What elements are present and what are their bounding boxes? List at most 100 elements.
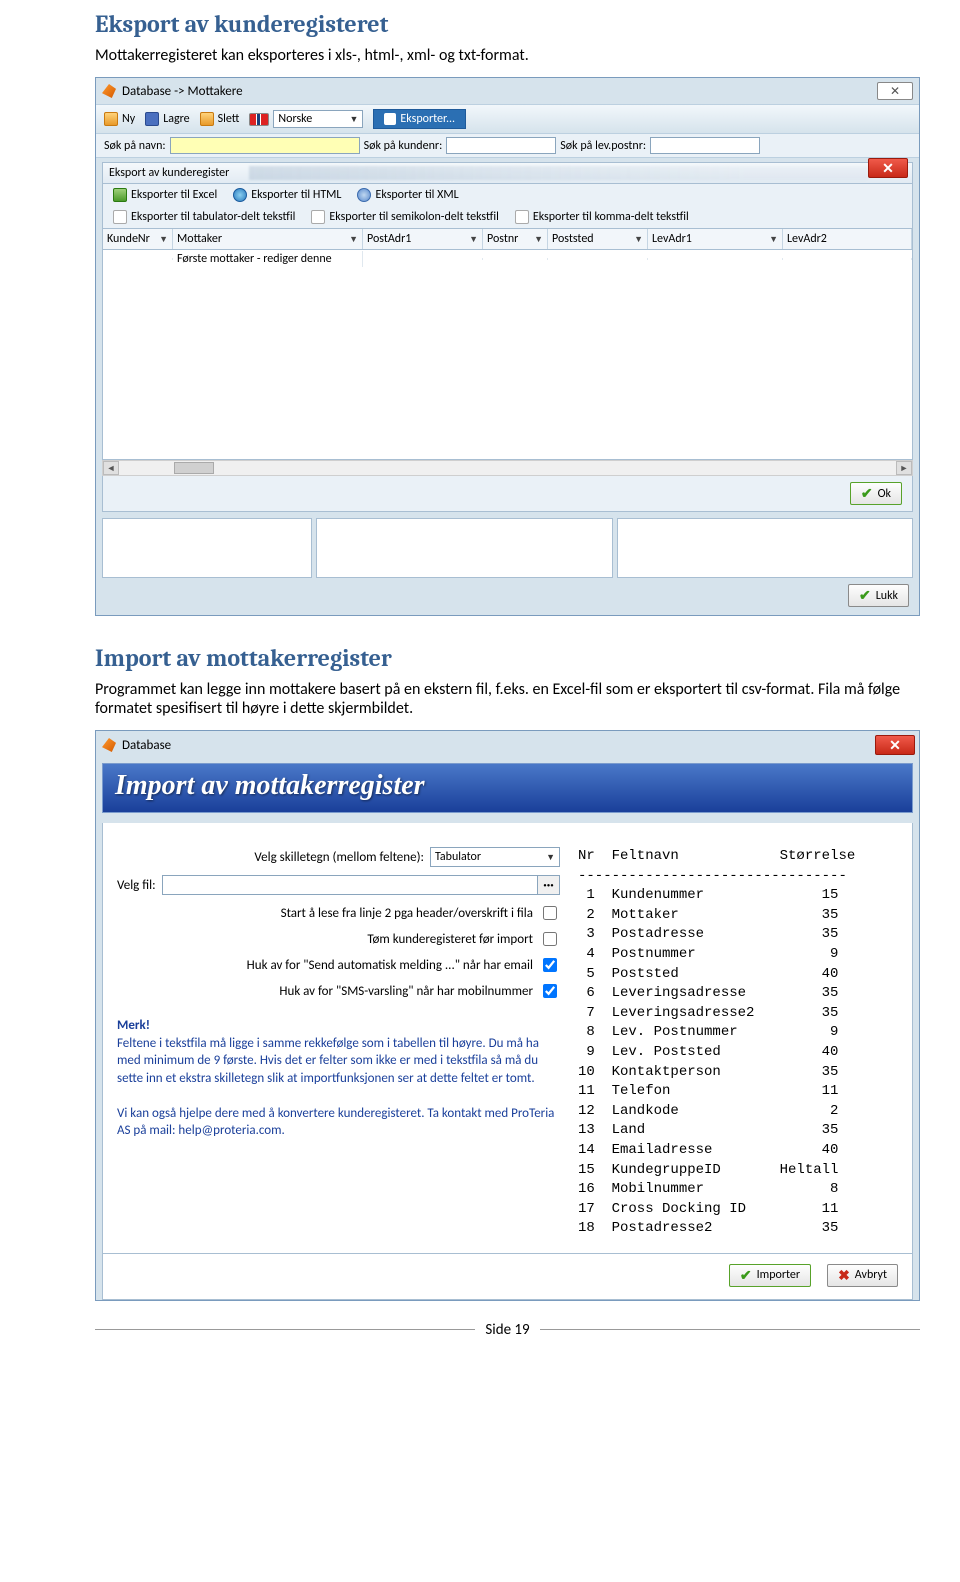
- search-postnr-input[interactable]: [650, 137, 760, 154]
- detail-box-3: [617, 518, 914, 578]
- chevron-down-icon: ▼: [349, 234, 358, 245]
- checkbox-header[interactable]: [543, 906, 557, 920]
- import-button[interactable]: ✔Importer: [729, 1264, 811, 1287]
- skilletegn-select[interactable]: Tabulator▼: [430, 847, 560, 867]
- x-icon: ✖: [838, 1267, 850, 1284]
- chevron-down-icon: ▼: [469, 234, 478, 245]
- paragraph-export: Mottakerregisteret kan eksporteres i xls…: [95, 46, 920, 65]
- checkbox-label: Tøm kunderegisteret før import: [367, 932, 533, 947]
- search-customer-input[interactable]: [446, 137, 556, 154]
- chevron-down-icon: ▼: [769, 234, 778, 245]
- export-panel-header: Eksport av kunderegister ✕: [102, 162, 913, 184]
- ok-button[interactable]: ✔Ok: [850, 482, 902, 505]
- app-icon: [102, 84, 116, 98]
- heading-import: Import av mottakerregister: [95, 644, 920, 672]
- ok-button-row: ✔Ok: [102, 476, 913, 512]
- export-options-row2: Eksporter til tabulator-delt tekstfil Ek…: [102, 206, 913, 229]
- flag-norway-icon: [249, 113, 269, 126]
- export-tab-button[interactable]: Eksporter til tabulator-delt tekstfil: [113, 210, 295, 224]
- check-icon: ✔: [859, 587, 871, 604]
- export-icon: [384, 113, 396, 125]
- scroll-left-icon[interactable]: ◄: [103, 461, 119, 475]
- checkbox-label: Huk av for "Send automatisk melding ..."…: [247, 958, 533, 973]
- paragraph-import: Programmet kan legge inn mottakere baser…: [95, 680, 920, 718]
- delete-button[interactable]: Slett: [200, 112, 240, 126]
- col-levadr2[interactable]: LevAdr2: [783, 229, 912, 249]
- export-options-row1: Eksporter til Excel Eksporter til HTML E…: [102, 184, 913, 206]
- chevron-down-icon: ▼: [546, 852, 555, 863]
- window-title: Database -> Mottakere: [122, 84, 243, 99]
- export-comma-button[interactable]: Eksporter til komma-delt tekstfil: [515, 210, 689, 224]
- checkbox-email[interactable]: [543, 958, 557, 972]
- field-table: Nr Feltnavn Størrelse ------------------…: [578, 847, 898, 1239]
- table-row[interactable]: Første mottaker - rediger denne: [103, 250, 912, 268]
- window-titlebar: Database -> Mottakere ✕: [96, 78, 919, 104]
- chevron-down-icon: ▼: [634, 234, 643, 245]
- new-button[interactable]: Ny: [104, 112, 135, 126]
- search-postnr-label: Søk på lev.postnr:: [560, 139, 646, 153]
- window-titlebar: Database ✕: [96, 731, 919, 759]
- search-name-input[interactable]: [170, 137, 360, 154]
- import-body: Velg skilletegn (mellom feltene): Tabula…: [102, 823, 913, 1254]
- checkbox-sms[interactable]: [543, 984, 557, 998]
- browse-icon[interactable]: ···: [537, 876, 559, 894]
- excel-icon: [113, 188, 127, 202]
- col-kundenr[interactable]: KundeNr▼: [103, 229, 173, 249]
- merk-paragraph-2: Vi kan også hjelpe dere med å konvertere…: [117, 1105, 560, 1140]
- export-panel-title: Eksport av kunderegister: [109, 166, 229, 180]
- text-icon: [311, 210, 325, 224]
- col-postnr[interactable]: Postnr▼: [483, 229, 548, 249]
- window-mottakere: Database -> Mottakere ✕ Ny Lagre Slett N…: [95, 77, 920, 616]
- import-footer: ✔Importer ✖Avbryt: [102, 1254, 913, 1300]
- lukk-button[interactable]: ✔Lukk: [848, 584, 909, 607]
- window-title: Database: [122, 738, 171, 753]
- user-add-icon: [104, 112, 118, 126]
- file-label: Velg fil:: [117, 878, 156, 893]
- check-icon: ✔: [861, 485, 873, 502]
- checkbox-clear[interactable]: [543, 932, 557, 946]
- language-select[interactable]: Norske▼: [249, 110, 363, 128]
- scroll-right-icon[interactable]: ►: [896, 461, 912, 475]
- file-input[interactable]: ···: [162, 875, 560, 895]
- skilletegn-label: Velg skilletegn (mellom feltene):: [254, 850, 424, 865]
- search-customer-label: Søk på kundenr:: [364, 139, 443, 153]
- checkbox-label: Huk av for "SMS-varsling" når har mobiln…: [279, 984, 533, 999]
- merk-paragraph-1: Feltene i tekstfila må ligge i samme rek…: [117, 1035, 560, 1088]
- search-bar: Søk på navn: Søk på kundenr: Søk på lev.…: [96, 134, 919, 158]
- import-form: Velg skilletegn (mellom feltene): Tabula…: [117, 847, 560, 1239]
- disk-icon: [145, 112, 159, 126]
- export-button[interactable]: Eksporter...: [373, 109, 466, 129]
- toolbar-main: Ny Lagre Slett Norske▼ Eksporter...: [96, 104, 919, 134]
- grid-header: KundeNr▼ Mottaker▼ PostAdr1▼ Postnr▼ Pos…: [102, 229, 913, 250]
- save-button[interactable]: Lagre: [145, 112, 189, 126]
- export-html-button[interactable]: Eksporter til HTML: [233, 188, 341, 202]
- horizontal-scrollbar[interactable]: ◄ ►: [102, 460, 913, 476]
- detail-box-1: [102, 518, 312, 578]
- close-icon[interactable]: ✕: [877, 82, 913, 100]
- lukk-row: ✔Lukk: [96, 578, 919, 615]
- panel-close-icon[interactable]: ✕: [868, 158, 908, 178]
- export-excel-button[interactable]: Eksporter til Excel: [113, 188, 217, 202]
- col-levadr1[interactable]: LevAdr1▼: [648, 229, 783, 249]
- user-remove-icon: [200, 112, 214, 126]
- cancel-button[interactable]: ✖Avbryt: [827, 1264, 898, 1287]
- page-footer: Side 19: [95, 1321, 920, 1339]
- globe-icon: [233, 188, 247, 202]
- search-name-label: Søk på navn:: [104, 139, 166, 153]
- xml-icon: [357, 188, 371, 202]
- export-xml-button[interactable]: Eksporter til XML: [357, 188, 458, 202]
- export-semicolon-button[interactable]: Eksporter til semikolon-delt tekstfil: [311, 210, 498, 224]
- grid-body[interactable]: Første mottaker - rediger denne: [102, 250, 913, 460]
- app-icon: [102, 738, 116, 752]
- chevron-down-icon: ▼: [534, 234, 543, 245]
- col-poststed[interactable]: Poststed▼: [548, 229, 648, 249]
- grid-cell-mottaker: Første mottaker - rediger denne: [173, 251, 363, 267]
- checkbox-label: Start å lese fra linje 2 pga header/over…: [281, 906, 533, 921]
- window-import: Database ✕ Import av mottakerregister Ve…: [95, 730, 920, 1301]
- close-icon[interactable]: ✕: [875, 735, 915, 755]
- col-postadr1[interactable]: PostAdr1▼: [363, 229, 483, 249]
- scroll-thumb[interactable]: [174, 462, 214, 474]
- check-icon: ✔: [740, 1267, 752, 1284]
- merk-note: Merk! Feltene i tekstfila må ligge i sam…: [117, 1017, 560, 1140]
- col-mottaker[interactable]: Mottaker▼: [173, 229, 363, 249]
